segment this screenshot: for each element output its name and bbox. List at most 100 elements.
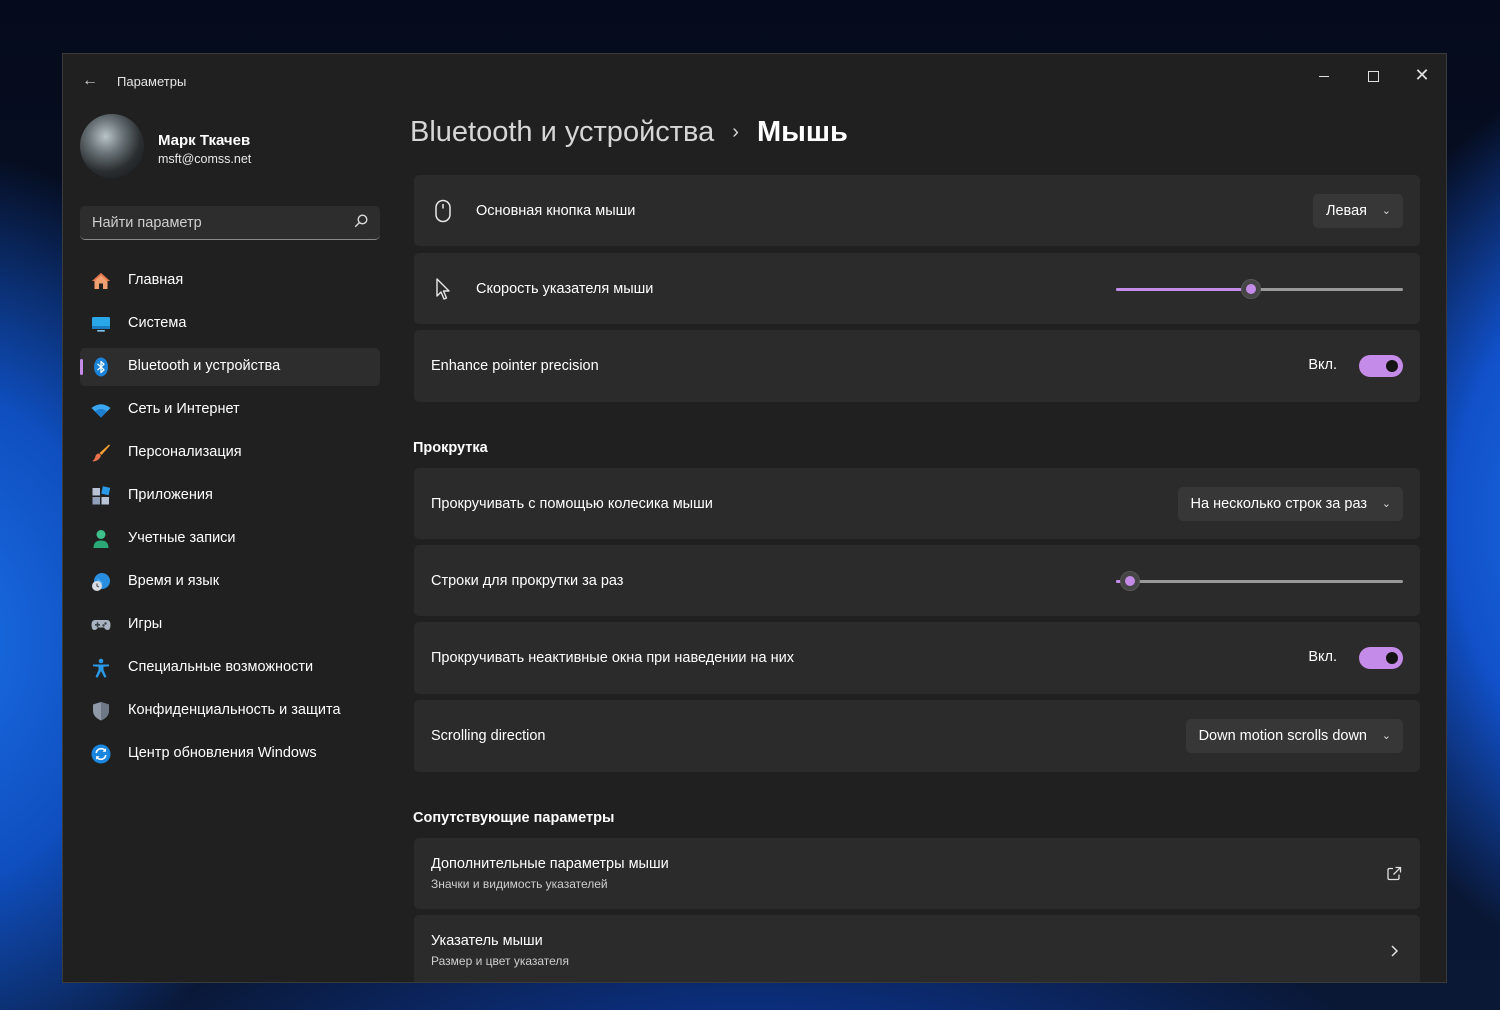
wheel-scroll-value: На несколько строк за раз (1190, 495, 1368, 512)
pointer-speed-card: Скорость указателя мыши (414, 253, 1420, 324)
primary-button-label: Основная кнопка мыши (476, 202, 636, 219)
back-arrow-icon[interactable]: ← (79, 70, 101, 92)
maximize-button[interactable] (1350, 60, 1396, 90)
sidebar-item-bluetooth[interactable]: Bluetooth и устройства (80, 348, 380, 386)
additional-mouse-settings-title: Дополнительные параметры мыши (431, 856, 669, 872)
scroll-direction-dropdown[interactable]: Down motion scrolls down ⌄ (1185, 719, 1403, 753)
pointer-speed-slider[interactable] (1116, 278, 1403, 299)
primary-button-card: Основная кнопка мыши Левая ⌄ (414, 175, 1420, 246)
app-title: Параметры (117, 74, 187, 89)
wheel-scroll-card: Прокручивать с помощью колесика мыши На … (414, 468, 1420, 539)
avatar[interactable] (80, 114, 144, 178)
toggle-state-text: Вкл. (1308, 649, 1337, 665)
close-button[interactable]: ✕ (1399, 60, 1445, 90)
person-icon (93, 530, 109, 548)
sidebar-item-label: Bluetooth и устройства (128, 358, 281, 374)
apps-icon (92, 486, 111, 505)
inactive-scroll-toggle[interactable] (1359, 647, 1403, 669)
settings-window: ← Параметры ✕ Марк Ткачев msft@comss.net… (62, 53, 1447, 983)
inactive-scroll-label: Прокручивать неактивные окна при наведен… (431, 650, 794, 666)
mouse-pointer-card[interactable]: Указатель мыши Размер и цвет указателя (414, 915, 1420, 982)
sidebar-item-accounts[interactable]: Учетные записи (80, 520, 380, 558)
sidebar-item-accessibility[interactable]: Специальные возможности (80, 649, 380, 687)
related-section-header: Сопутствующие параметры (413, 810, 615, 826)
chevron-down-icon: ⌄ (1381, 497, 1391, 510)
chevron-down-icon: ⌄ (1381, 730, 1391, 742)
sidebar-item-label: Персонализация (128, 444, 242, 460)
minimize-icon (1319, 75, 1329, 77)
sidebar-item-apps[interactable]: Приложения (80, 477, 380, 515)
globe-clock-icon (92, 573, 110, 591)
accessibility-icon (93, 658, 109, 678)
sidebar-item-label: Специальные возможности (128, 659, 314, 675)
slider-track (1116, 579, 1403, 583)
toggle-state-text: Вкл. (1308, 357, 1337, 373)
wheel-scroll-label: Прокручивать с помощью колесика мыши (431, 495, 713, 512)
additional-mouse-settings-card[interactable]: Дополнительные параметры мыши Значки и в… (414, 838, 1420, 909)
user-email: msft@comss.net (158, 152, 252, 166)
scroll-direction-label: Scrolling direction (431, 728, 546, 744)
minimize-button[interactable] (1301, 60, 1347, 90)
shield-icon (93, 702, 109, 721)
scroll-lines-card: Строки для прокрутки за раз (414, 545, 1420, 616)
slider-thumb[interactable] (1120, 570, 1141, 591)
search-input[interactable] (80, 206, 354, 240)
mouse-pointer-title: Указатель мыши (431, 933, 543, 949)
pointer-speed-label: Скорость указателя мыши (476, 280, 654, 297)
mouse-icon (435, 199, 451, 222)
sidebar-nav: Главная Система Bluetooth и устройства С… (80, 262, 380, 778)
title-bar: ← Параметры ✕ (63, 54, 1446, 106)
sidebar-item-personalization[interactable]: Персонализация (80, 434, 380, 472)
pointer-precision-toggle[interactable] (1359, 355, 1403, 377)
slider-thumb[interactable] (1240, 278, 1261, 299)
sidebar-item-label: Центр обновления Windows (128, 745, 317, 761)
sidebar-item-privacy[interactable]: Конфиденциальность и защита (80, 692, 380, 730)
user-name: Марк Ткачев (158, 132, 251, 149)
search-icon[interactable] (354, 214, 368, 228)
breadcrumb: Bluetooth и устройства › Мышь (410, 116, 848, 149)
scroll-direction-value: Down motion scrolls down (1198, 728, 1367, 744)
sidebar-item-gaming[interactable]: Игры (80, 606, 380, 644)
primary-button-value: Левая (1325, 202, 1367, 219)
bluetooth-icon (94, 357, 108, 377)
sidebar-item-windows-update[interactable]: Центр обновления Windows (80, 735, 380, 773)
breadcrumb-separator: › (732, 121, 739, 143)
home-icon (92, 273, 110, 289)
inactive-scroll-toggle-group: Вкл. (1283, 647, 1403, 669)
system-icon (92, 317, 110, 332)
external-link-icon (1387, 866, 1402, 880)
sidebar-item-label: Время и язык (128, 573, 220, 589)
sidebar-item-network[interactable]: Сеть и Интернет (80, 391, 380, 429)
chevron-right-icon (1391, 944, 1399, 957)
wheel-scroll-dropdown[interactable]: На несколько строк за раз ⌄ (1177, 486, 1403, 521)
scroll-lines-label: Строки для прокрутки за раз (431, 572, 624, 589)
breadcrumb-parent[interactable]: Bluetooth и устройства (410, 116, 714, 148)
search-box[interactable] (80, 206, 380, 240)
close-icon: ✕ (1414, 65, 1430, 85)
slider-fill (1116, 287, 1251, 291)
additional-mouse-settings-subtitle: Значки и видимость указателей (431, 877, 608, 891)
sidebar-item-label: Приложения (128, 487, 213, 503)
pointer-precision-toggle-group: Вкл. (1283, 355, 1403, 377)
pointer-icon (436, 277, 450, 300)
pointer-precision-card: Enhance pointer precision Вкл. (414, 330, 1420, 402)
gamepad-icon (91, 620, 111, 630)
pointer-precision-label: Enhance pointer precision (431, 358, 599, 374)
inactive-scroll-card: Прокручивать неактивные окна при наведен… (414, 622, 1420, 694)
mouse-pointer-subtitle: Размер и цвет указателя (431, 954, 569, 968)
scrolling-section-header: Прокрутка (413, 440, 488, 456)
scroll-lines-slider[interactable] (1116, 570, 1403, 591)
sidebar-item-system[interactable]: Система (80, 305, 380, 343)
sidebar-item-label: Главная (128, 272, 184, 288)
sidebar-item-label: Сеть и Интернет (128, 401, 240, 417)
wifi-icon (91, 404, 111, 418)
primary-button-dropdown[interactable]: Левая ⌄ (1312, 193, 1403, 228)
sidebar-item-label: Учетные записи (128, 530, 236, 546)
sidebar-item-label: Конфиденциальность и защита (128, 702, 341, 718)
sidebar-item-time-language[interactable]: Время и язык (80, 563, 380, 601)
update-icon (91, 744, 111, 764)
brush-icon (92, 444, 110, 462)
sidebar-item-home[interactable]: Главная (80, 262, 380, 300)
scroll-direction-card: Scrolling direction Down motion scrolls … (414, 700, 1420, 772)
sidebar-item-label: Игры (128, 616, 163, 632)
